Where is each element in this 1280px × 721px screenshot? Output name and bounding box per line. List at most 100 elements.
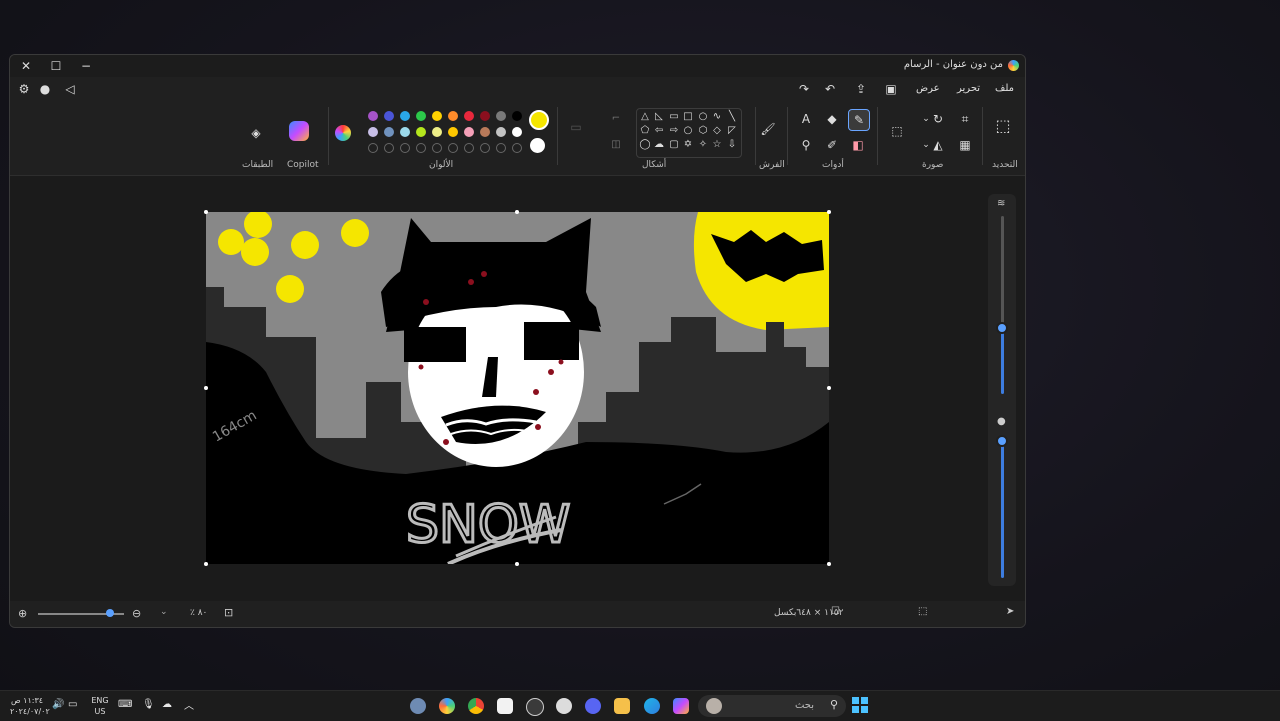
color-swatch[interactable] — [448, 127, 458, 137]
share-icon[interactable]: ⇪ — [853, 82, 869, 96]
color-swatch[interactable] — [368, 111, 378, 121]
discord-icon[interactable] — [585, 698, 601, 714]
zoom-dropdown-icon[interactable]: ⌄ — [160, 607, 168, 617]
selection-icon[interactable]: ⬚ — [993, 116, 1013, 136]
clock-date[interactable]: ٢٠٢٤/٠٧/٠٢ — [10, 707, 50, 716]
arrow-left-shape-icon[interactable]: ⇦ — [653, 125, 665, 137]
arrow-right-shape-icon[interactable]: ⇨ — [668, 125, 680, 137]
chrome-icon[interactable] — [468, 698, 484, 714]
primary-color[interactable] — [529, 110, 549, 130]
keyboard-icon[interactable]: ⌨ — [118, 699, 132, 710]
color-swatch[interactable] — [368, 127, 378, 137]
square-shape-icon[interactable]: □ — [682, 111, 694, 123]
store-icon[interactable] — [497, 698, 513, 714]
color-swatch[interactable] — [512, 127, 522, 137]
custom-color-slot[interactable] — [480, 143, 490, 153]
resize-handle[interactable] — [204, 210, 208, 214]
color-swatch[interactable] — [464, 127, 474, 137]
color-swatch[interactable] — [480, 111, 490, 121]
settings-icon[interactable]: ⚙ — [16, 82, 32, 96]
color-swatch[interactable] — [432, 127, 442, 137]
minimize-icon[interactable]: − — [78, 58, 94, 74]
edge-icon[interactable] — [644, 698, 660, 714]
start-icon[interactable] — [852, 697, 868, 713]
fill-icon[interactable]: ◆ — [822, 109, 842, 129]
volume-icon[interactable]: 🔊 — [52, 699, 64, 710]
color-swatch[interactable] — [416, 127, 426, 137]
zoom-out-icon[interactable]: ⊖ — [132, 607, 141, 620]
color-swatch[interactable] — [496, 111, 506, 121]
triangle-right-shape-icon[interactable]: ◸ — [726, 125, 738, 137]
copilot-icon[interactable] — [289, 121, 309, 141]
file-explorer-icon[interactable] — [614, 698, 630, 714]
triangle-shape-icon[interactable]: △ — [639, 111, 651, 123]
color-picker-icon[interactable] — [335, 125, 351, 141]
right-triangle-shape-icon[interactable]: ◺ — [653, 111, 665, 123]
color-swatch[interactable] — [496, 127, 506, 137]
app-icon[interactable] — [526, 698, 544, 716]
color-swatch[interactable] — [448, 111, 458, 121]
color-swatch[interactable] — [400, 127, 410, 137]
language-top[interactable]: ENG — [88, 696, 112, 705]
background-remove-icon[interactable]: ▦ — [955, 135, 975, 155]
onedrive-icon[interactable]: ☁ — [162, 699, 172, 710]
custom-color-slot[interactable] — [400, 143, 410, 153]
hexagon-shape-icon[interactable]: ⬡ — [697, 125, 709, 137]
feedback-icon[interactable]: ◁ — [62, 82, 78, 96]
curve-shape-icon[interactable]: ∿ — [711, 111, 723, 123]
custom-color-slot[interactable] — [368, 143, 378, 153]
clock-time[interactable]: ١١:٣٤ ص — [10, 696, 44, 705]
resize-handle[interactable] — [515, 210, 519, 214]
image-select-icon[interactable]: ⬚ — [887, 121, 907, 141]
resize-handle[interactable] — [827, 210, 831, 214]
menu-edit[interactable]: تحرير — [957, 83, 980, 94]
rectangle-shape-icon[interactable]: ▭ — [668, 111, 680, 123]
color-swatch[interactable] — [384, 111, 394, 121]
obs-icon[interactable] — [556, 698, 572, 714]
text-icon[interactable]: A — [796, 109, 816, 129]
speech-rect-shape-icon[interactable]: ▢ — [668, 139, 680, 151]
opacity-slider-fill[interactable] — [1001, 438, 1004, 578]
opacity-slider-thumb[interactable] — [996, 435, 1008, 447]
star4-shape-icon[interactable]: ✧ — [697, 139, 709, 151]
zoom-slider-thumb[interactable] — [106, 609, 114, 617]
custom-color-slot[interactable] — [448, 143, 458, 153]
diamond-shape-icon[interactable]: ◇ — [711, 125, 723, 137]
account-icon[interactable]: ● — [37, 82, 53, 96]
custom-color-slot[interactable] — [464, 143, 474, 153]
size-slider-track[interactable] — [1001, 216, 1004, 326]
crop-icon[interactable]: ⌗ — [955, 109, 975, 129]
layers-icon[interactable]: ◈ — [246, 123, 266, 143]
network-icon[interactable]: ▭ — [68, 699, 77, 710]
color-swatch[interactable] — [384, 127, 394, 137]
resize-handle[interactable] — [827, 386, 831, 390]
color-swatch[interactable] — [480, 127, 490, 137]
settings-app-icon[interactable] — [410, 698, 426, 714]
microphone-icon[interactable]: 🎙 — [142, 699, 155, 710]
drawing-canvas[interactable]: SNOW 164cm — [206, 212, 829, 564]
color-picker-tool-icon[interactable]: ✐ — [822, 135, 842, 155]
color-swatch[interactable] — [464, 111, 474, 121]
star6-shape-icon[interactable]: ✡ — [682, 139, 694, 151]
color-swatch[interactable] — [416, 111, 426, 121]
custom-color-slot[interactable] — [432, 143, 442, 153]
star5-shape-icon[interactable]: ☆ — [711, 139, 723, 151]
speech-oval-shape-icon[interactable]: ◯ — [639, 139, 651, 151]
flip-icon[interactable]: ◭ — [928, 135, 948, 155]
custom-color-slot[interactable] — [496, 143, 506, 153]
paint-taskbar-icon[interactable] — [439, 698, 455, 714]
resize-handle[interactable] — [515, 562, 519, 566]
zoom-in-icon[interactable]: ⊕ — [18, 607, 27, 620]
custom-color-slot[interactable] — [416, 143, 426, 153]
redo-icon[interactable]: ↷ — [796, 82, 812, 96]
maximize-icon[interactable]: ☐ — [48, 58, 64, 74]
color-swatch[interactable] — [432, 111, 442, 121]
line-shape-icon[interactable]: ╲ — [726, 111, 738, 123]
arrow-down-shape-icon[interactable]: ⇩ — [726, 139, 738, 151]
undo-icon[interactable]: ↶ — [822, 82, 838, 96]
custom-color-slot[interactable] — [384, 143, 394, 153]
close-icon[interactable]: ✕ — [18, 58, 34, 74]
circle-shape-icon[interactable]: ○ — [682, 125, 694, 137]
resize-handle[interactable] — [827, 562, 831, 566]
secondary-color[interactable] — [530, 138, 545, 153]
